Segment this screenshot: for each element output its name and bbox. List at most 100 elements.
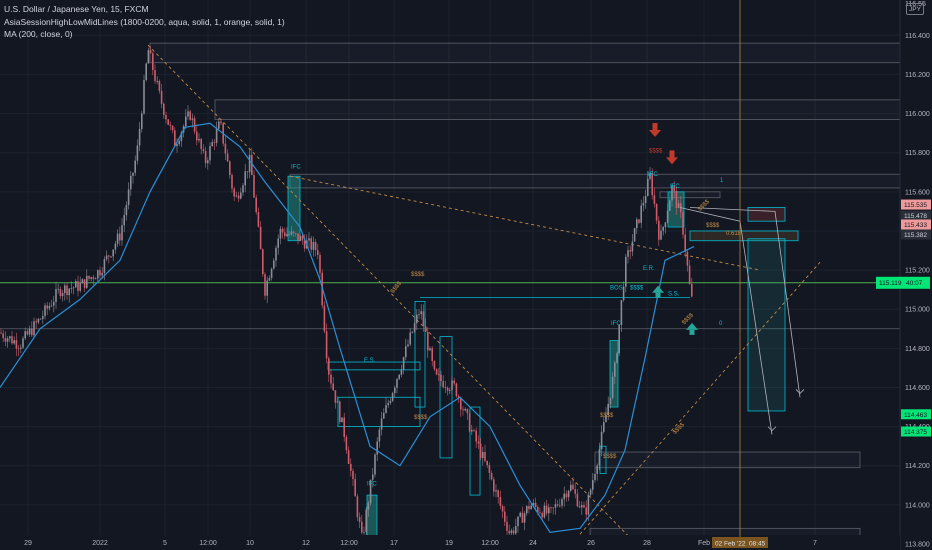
candle-body (299, 235, 301, 241)
candle-body (66, 285, 68, 296)
candle-body (275, 247, 277, 261)
currency-badge[interactable]: JPY (906, 3, 924, 15)
price-tag-label: 115.382 (904, 232, 927, 239)
candle-body (647, 178, 649, 196)
price-tag-label: 115.433 (904, 222, 927, 229)
candle-body (20, 347, 22, 349)
candle-body (37, 318, 40, 323)
candle-body (424, 326, 427, 332)
price-axis[interactable]: 116.400 116.200 116.000 115.800 115.600 115.4… (899, 0, 932, 550)
current-price-countdown: 40:07 (906, 280, 923, 287)
candle-body (638, 219, 640, 223)
candle-body (545, 505, 548, 514)
candle-body (64, 285, 66, 294)
candle-body (675, 190, 678, 208)
annotation-label: $$$$ (706, 223, 720, 229)
candle-body (231, 174, 233, 189)
candle-body (292, 231, 295, 234)
candle-body (185, 116, 187, 127)
candle-body (26, 331, 29, 335)
crosshair-time-suffix: 08:45 (749, 541, 766, 548)
candle-body (402, 357, 405, 370)
candle-body (471, 429, 473, 432)
candle-body (55, 289, 57, 302)
price-tag-label: 115.478 (904, 213, 927, 220)
candle-body (130, 175, 132, 190)
candle-body (655, 203, 658, 221)
candle-body (81, 279, 84, 284)
candle-body (409, 332, 411, 345)
candle-body (686, 251, 689, 266)
candle-body (22, 338, 24, 348)
candle-body (0, 332, 2, 334)
candle-body (345, 436, 348, 451)
candle-body (684, 234, 686, 252)
session-box (149, 42, 901, 64)
candle-body (563, 493, 565, 500)
candle-body (455, 383, 458, 397)
candle-body (499, 496, 502, 506)
candle-body (449, 390, 451, 391)
indicator-ma[interactable]: MA (200, close, 0) (4, 28, 285, 41)
current-price-label: 115.119 (879, 280, 902, 287)
candle-body (88, 275, 90, 279)
candle-body (314, 241, 317, 251)
candle-body (226, 153, 229, 162)
candle-body (589, 489, 592, 495)
candle-body (28, 328, 31, 335)
candle-body (143, 79, 145, 114)
price-tick-label: 116.400 (905, 33, 930, 40)
candle-body (585, 507, 587, 515)
symbol-title[interactable]: U.S. Dollar / Japanese Yen, 15, FXCM (4, 3, 285, 16)
candle-body (134, 160, 136, 173)
candle-body (550, 507, 552, 509)
candle-body (603, 422, 605, 432)
candle-body (253, 175, 255, 198)
candle-body (99, 270, 101, 276)
indicator-asia-session[interactable]: AsiaSessionHighLowMidLines (1800-0200, a… (4, 16, 285, 29)
candle-body (218, 121, 220, 129)
buy-arrow-icon (689, 329, 695, 335)
candle-body (277, 238, 279, 248)
candle-body (94, 278, 97, 280)
candle-body (244, 171, 246, 186)
candle-body (600, 431, 603, 450)
candle-body (347, 450, 350, 464)
candle-body (438, 374, 440, 376)
candle-body (323, 305, 326, 332)
candle-body (572, 484, 574, 490)
candle-body (125, 205, 128, 216)
annotation-label: 0.618 (726, 231, 742, 237)
candle-body (622, 286, 625, 301)
candle-body (616, 353, 618, 363)
time-tick-label: 12:00 (340, 540, 358, 547)
candle-body (145, 63, 147, 80)
candle-body (539, 512, 541, 514)
candle-body (618, 325, 620, 354)
annotation-label: $$$$ (414, 415, 428, 421)
candle-body (193, 118, 196, 132)
candle-body (451, 380, 453, 391)
candle-body (176, 144, 178, 147)
annotation-label: IFC (291, 164, 301, 170)
time-tick-label: 7 (813, 540, 817, 547)
annotation-label: $$$$ (649, 149, 663, 155)
price-tag-label: 115.535 (904, 202, 927, 209)
candle-body (435, 369, 438, 375)
candle-body (152, 53, 154, 71)
candle-body (257, 212, 260, 227)
candle-body (548, 507, 550, 514)
price-chart[interactable]: IFC $$$$ E.S. BOS $$$$ IFC $$$$ $$$$ $$$$ IFC E.R.… (0, 0, 932, 550)
candle-body (119, 233, 121, 241)
candle-body (169, 124, 172, 126)
candle-body (389, 400, 392, 403)
candle-body (178, 141, 180, 145)
session-box (594, 451, 861, 469)
candle-body (629, 250, 631, 252)
candle-body (405, 346, 407, 358)
annotation-label: IFC (648, 172, 658, 178)
candle-body (200, 138, 202, 149)
annotation-label: IFC (367, 481, 377, 487)
candle-body (644, 195, 647, 203)
candle-body (198, 138, 200, 141)
